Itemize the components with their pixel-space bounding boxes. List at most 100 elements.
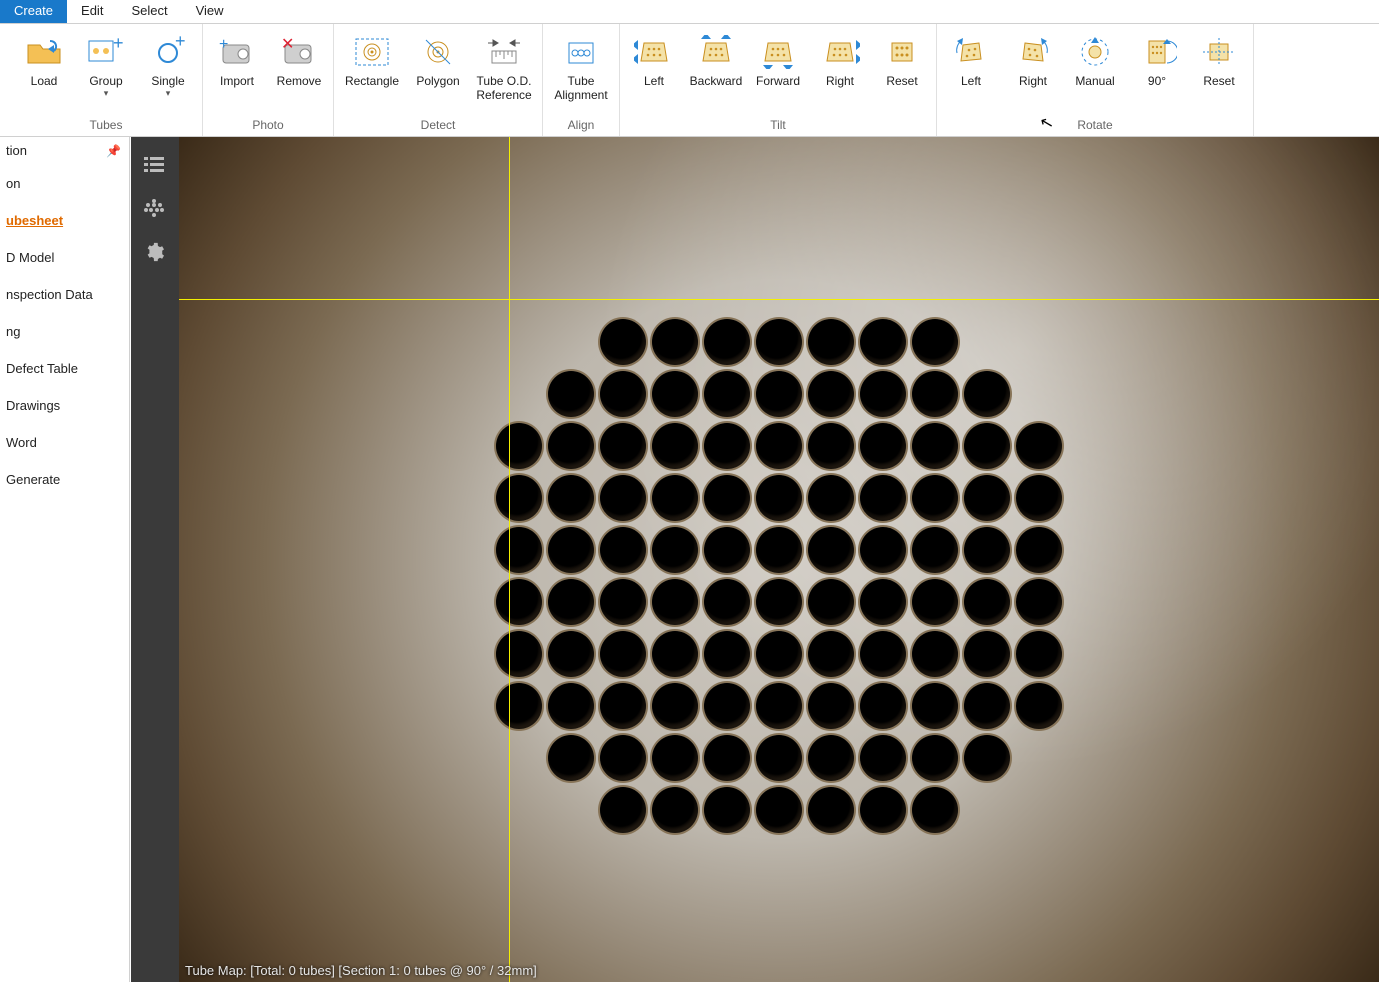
tilt-right-button[interactable]: Right bbox=[812, 26, 868, 90]
tube-hole bbox=[808, 631, 854, 677]
single-button[interactable]: + Single▾ bbox=[140, 26, 196, 100]
tube-hole bbox=[600, 371, 646, 417]
ribbon-group-caption: Detect bbox=[340, 116, 536, 136]
tube-hole bbox=[808, 319, 854, 365]
tube-hole bbox=[600, 683, 646, 729]
nav-panel-title: tion bbox=[4, 143, 27, 158]
ribbon-group-detect: RectanglePolygon Tube O.D. Reference Detec… bbox=[334, 24, 543, 136]
rectangle-button[interactable]: Rectangle bbox=[340, 26, 404, 90]
dot-grid-icon[interactable] bbox=[141, 197, 167, 219]
tilt-left-icon bbox=[628, 30, 680, 74]
rot-90-button[interactable]: 90° bbox=[1129, 26, 1185, 90]
nav-item-1[interactable]: ubesheet bbox=[4, 213, 125, 228]
crosshair-horizontal[interactable] bbox=[179, 299, 1379, 300]
tube-hole bbox=[652, 527, 698, 573]
canvas-area[interactable]: Tube Map: [Total: 0 tubes] [Section 1: 0… bbox=[131, 137, 1379, 982]
tube-hole bbox=[1016, 423, 1062, 469]
tube-hole bbox=[548, 423, 594, 469]
tube-hole bbox=[964, 423, 1010, 469]
tube-hole bbox=[600, 527, 646, 573]
tube-hole bbox=[756, 579, 802, 625]
tube-hole bbox=[704, 631, 750, 677]
menu-tab-view[interactable]: View bbox=[182, 0, 238, 23]
nav-item-4[interactable]: ng bbox=[4, 324, 125, 339]
menu-tab-create[interactable]: Create bbox=[0, 0, 67, 23]
chevron-down-icon: ▾ bbox=[166, 89, 171, 98]
tilt-forward-button[interactable]: Forward bbox=[750, 26, 806, 90]
tube-hole bbox=[496, 527, 542, 573]
tube-hole bbox=[860, 371, 906, 417]
tube-hole bbox=[600, 631, 646, 677]
tilt-backward-button[interactable]: Backward bbox=[688, 26, 744, 90]
rot-reset-button[interactable]: Reset bbox=[1191, 26, 1247, 90]
tube-hole bbox=[704, 319, 750, 365]
tubeod-button[interactable]: Tube O.D. Reference bbox=[472, 26, 536, 104]
tube-hole bbox=[756, 631, 802, 677]
polygon-button[interactable]: Polygon bbox=[410, 26, 466, 90]
nav-item-2[interactable]: D Model bbox=[4, 250, 125, 265]
tube-hole bbox=[548, 371, 594, 417]
tube-hole bbox=[756, 527, 802, 573]
rot-left-icon bbox=[945, 30, 997, 74]
tube-hole bbox=[808, 475, 854, 521]
tube-hole bbox=[652, 371, 698, 417]
load-button[interactable]: Load bbox=[16, 26, 72, 90]
tilt-left-button[interactable]: Left bbox=[626, 26, 682, 90]
tube-hole bbox=[860, 735, 906, 781]
tubeod-label: Tube O.D. Reference bbox=[476, 74, 531, 102]
tube-hole bbox=[808, 527, 854, 573]
tube-hole bbox=[548, 579, 594, 625]
tilt-reset-button[interactable]: Reset bbox=[874, 26, 930, 90]
ribbon-group-rotate: LeftRightManual90°ResetRotate bbox=[937, 24, 1254, 136]
tube-hole bbox=[652, 787, 698, 833]
nav-item-6[interactable]: Drawings bbox=[4, 398, 125, 413]
tube-hole bbox=[1016, 527, 1062, 573]
tube-hole bbox=[600, 787, 646, 833]
ribbon-group-tubes: Load+Group▾+Single▾Tubes bbox=[10, 24, 203, 136]
tube-hole bbox=[860, 527, 906, 573]
polygon-icon bbox=[412, 30, 464, 74]
tube-hole bbox=[652, 423, 698, 469]
remove-button[interactable]: ✕Remove bbox=[271, 26, 327, 90]
group-label: Group bbox=[89, 74, 122, 88]
canvas-status-text: Tube Map: [Total: 0 tubes] [Section 1: 0… bbox=[185, 963, 537, 978]
nav-item-5[interactable]: Defect Table bbox=[4, 361, 125, 376]
tube-hole bbox=[756, 735, 802, 781]
rot-manual-button[interactable]: Manual bbox=[1067, 26, 1123, 90]
menu-tab-select[interactable]: Select bbox=[117, 0, 181, 23]
tube-hole bbox=[756, 683, 802, 729]
tubesheet-viewport[interactable]: Tube Map: [Total: 0 tubes] [Section 1: 0… bbox=[179, 137, 1379, 982]
ribbon-group-caption: Tubes bbox=[16, 116, 196, 136]
group-button[interactable]: +Group▾ bbox=[78, 26, 134, 100]
svg-text:+: + bbox=[175, 35, 186, 51]
tubealign-icon bbox=[551, 30, 611, 74]
nav-item-3[interactable]: nspection Data bbox=[4, 287, 125, 302]
gear-icon[interactable] bbox=[141, 241, 167, 263]
nav-item-7[interactable]: Word bbox=[4, 435, 125, 450]
load-icon bbox=[18, 30, 70, 74]
single-label: Single bbox=[151, 74, 184, 88]
tube-hole bbox=[1016, 631, 1062, 677]
tube-hole bbox=[964, 475, 1010, 521]
pin-icon[interactable]: 📌 bbox=[106, 144, 121, 158]
nav-item-0[interactable]: on bbox=[4, 176, 125, 191]
tube-hole bbox=[704, 683, 750, 729]
crosshair-vertical[interactable] bbox=[509, 137, 510, 982]
tubealign-button[interactable]: Tube Alignment bbox=[549, 26, 613, 104]
ribbon-group-align: Tube AlignmentAlign bbox=[543, 24, 620, 136]
tube-hole bbox=[496, 475, 542, 521]
remove-icon: ✕ bbox=[273, 30, 325, 74]
menu-tab-edit[interactable]: Edit bbox=[67, 0, 117, 23]
import-button[interactable]: +Import bbox=[209, 26, 265, 90]
rot-left-button[interactable]: Left bbox=[943, 26, 999, 90]
tube-hole bbox=[548, 735, 594, 781]
tube-hole bbox=[548, 527, 594, 573]
rot-right-button[interactable]: Right bbox=[1005, 26, 1061, 90]
tube-hole bbox=[860, 475, 906, 521]
group-icon: + bbox=[80, 30, 132, 74]
nav-item-8[interactable]: Generate bbox=[4, 472, 125, 487]
tube-hole bbox=[912, 371, 958, 417]
tube-hole bbox=[652, 579, 698, 625]
tube-hole bbox=[756, 475, 802, 521]
list-view-icon[interactable] bbox=[141, 153, 167, 175]
